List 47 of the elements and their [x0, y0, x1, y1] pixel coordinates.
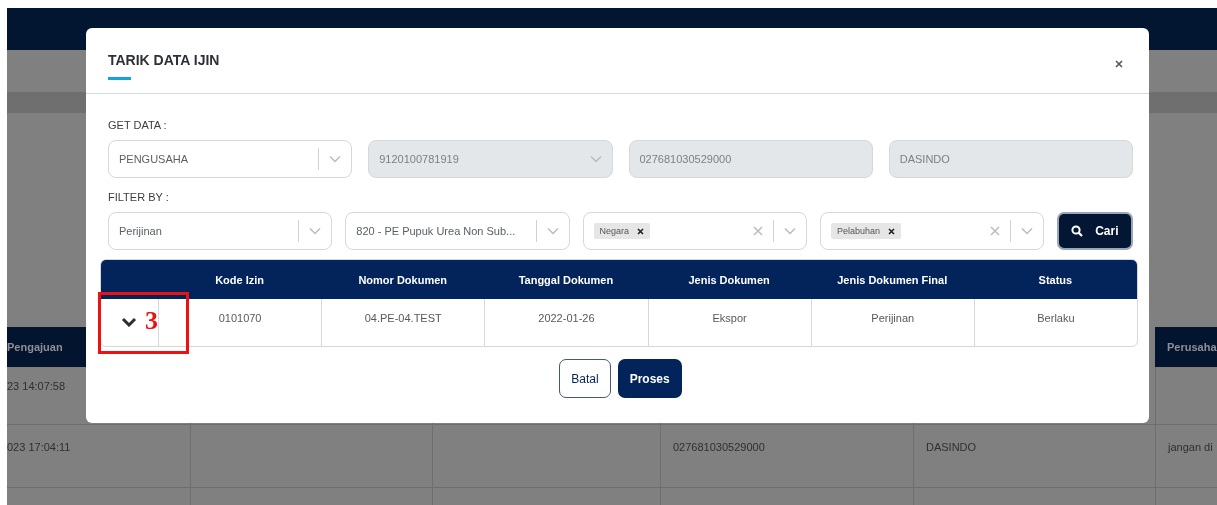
chevron-down-icon [120, 317, 137, 327]
table-cell: 023 17:04:11 [7, 425, 190, 488]
chevron-down-icon [1021, 227, 1034, 235]
proses-button[interactable]: Proses [617, 359, 682, 398]
table-cell-text: Ekspor [712, 312, 747, 326]
column-header: Nomor Dokumen [358, 273, 448, 286]
table-cell: DASINDO [913, 425, 1155, 488]
multiselect-field[interactable]: Negara [582, 212, 807, 250]
clear-icon [752, 226, 763, 236]
search-icon [1071, 225, 1084, 237]
table-cell-text: 04.PE-04.TEST [364, 312, 442, 326]
chevron-down-icon [783, 227, 796, 235]
chevron-down-icon [589, 155, 602, 163]
modal-title: TARIK DATA IJIN [108, 52, 220, 68]
chevron-down-icon [329, 155, 342, 163]
title-underline [108, 77, 131, 80]
column-header: Jenis Dokumen Final [837, 273, 948, 286]
table-cell-text: 2022-01-26 [538, 312, 595, 326]
remove-icon [887, 227, 895, 235]
section-label: GET DATA : [108, 119, 168, 133]
chevron-down-icon [309, 227, 322, 235]
batal-button[interactable]: Batal [559, 359, 611, 398]
close-icon [1115, 60, 1123, 68]
table-cell: 027681030529000 [660, 425, 913, 488]
tag-label: Pelabuhan [836, 226, 880, 236]
column-header: Perusaha [1155, 327, 1217, 367]
column-header: Tanggal Dokumen [518, 273, 614, 286]
multiselect-field[interactable]: Pelabuhan [819, 212, 1045, 250]
filter-tag[interactable]: Negara [593, 223, 651, 239]
select-field[interactable]: 820 - PE Pupuk Urea Non Sub... [345, 212, 570, 250]
select-field[interactable]: Perijinan [108, 212, 333, 250]
expand-button[interactable] [120, 315, 137, 329]
chevron-down-icon [546, 227, 559, 235]
column-header: Status [1038, 273, 1073, 286]
remove-icon [637, 227, 645, 235]
filter-tag[interactable]: Pelabuhan [830, 223, 901, 239]
search-button[interactable]: Cari [1057, 212, 1133, 250]
column-header: Jenis Dokumen [688, 273, 770, 286]
clear-icon [990, 226, 1001, 236]
section-label: FILTER BY : [108, 191, 170, 205]
tag-label: Negara [599, 226, 630, 236]
table-cell-text: 0101070 [218, 312, 262, 326]
table-cell: jangan di [1155, 425, 1217, 488]
table-cell-text: Berlaku [1037, 312, 1075, 326]
column-header: Kode Izin [215, 273, 264, 286]
table-cell-text: Perijinan [871, 312, 915, 326]
select-field[interactable]: PENGUSAHA [108, 140, 353, 178]
